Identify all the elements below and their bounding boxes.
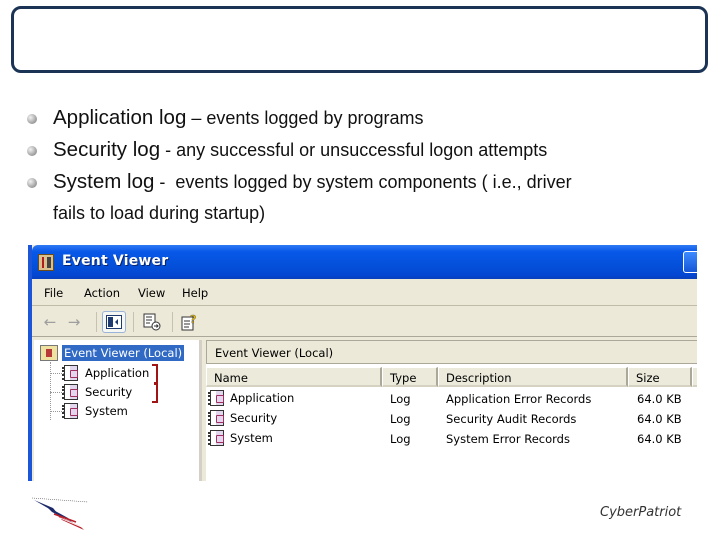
- bullet-application-log: Application log – events logged by progr…: [24, 102, 704, 134]
- log-icon: [208, 430, 224, 446]
- bullet-text: any successful or unsuccessful logon att…: [176, 140, 548, 160]
- tree-item-application[interactable]: Application: [50, 364, 150, 382]
- table-row[interactable]: Security Log Security Audit Records 64.0…: [206, 409, 697, 429]
- annotation-bracket: [152, 364, 158, 403]
- event-viewer-app-icon: [38, 254, 54, 271]
- row-type: Log: [390, 392, 411, 406]
- bullet-system-log: System log - events logged by system com…: [24, 166, 704, 229]
- tree-pane: Event Viewer (Local) Application Securit…: [34, 340, 202, 481]
- bullet-separator: -: [154, 172, 176, 192]
- toolbar: ← → ?: [32, 307, 697, 337]
- details-header: Event Viewer (Local): [206, 340, 697, 364]
- bullet-separator: -: [160, 140, 177, 160]
- row-name: System: [230, 431, 273, 445]
- row-description: Security Audit Records: [446, 412, 577, 426]
- menu-bar: File Action View Help: [32, 279, 697, 306]
- bullet-security-log: Security log - any successful or unsucce…: [24, 134, 704, 166]
- log-icon: [62, 403, 78, 419]
- help-icon[interactable]: ?: [178, 311, 202, 333]
- bullet-lead: Security log: [53, 138, 161, 161]
- bullet-lead: System log: [53, 170, 155, 193]
- table-row[interactable]: Application Log Application Error Record…: [206, 389, 697, 409]
- bullet-text: events logged by programs: [206, 108, 424, 128]
- row-name-cell: System: [208, 430, 273, 446]
- export-list-icon[interactable]: [140, 311, 164, 333]
- details-pane: Event Viewer (Local) Name Type Descripti…: [206, 340, 697, 481]
- slide-title-box: [11, 6, 708, 73]
- column-headers: Name Type Description Size: [206, 367, 697, 387]
- row-description: Application Error Records: [446, 392, 592, 406]
- log-icon: [208, 410, 224, 426]
- bullet-lead: Application log: [53, 106, 187, 129]
- row-name: Security: [230, 411, 278, 425]
- column-header-type[interactable]: Type: [382, 367, 438, 387]
- forward-icon[interactable]: →: [62, 311, 86, 333]
- bullet-dot-icon: [27, 146, 37, 156]
- tree-item-system[interactable]: System: [50, 402, 128, 420]
- tree-item-label: System: [85, 404, 128, 418]
- log-icon: [62, 384, 78, 400]
- menu-help[interactable]: Help: [182, 286, 208, 300]
- row-size: 64.0 KB: [637, 412, 682, 426]
- tree-root-label: Event Viewer (Local): [62, 344, 185, 361]
- bullet-continuation: fails to load during startup): [53, 203, 266, 223]
- flag-emblem-icon: [28, 492, 98, 532]
- row-type: Log: [390, 432, 411, 446]
- row-type: Log: [390, 412, 411, 426]
- bullet-list: Application log – events logged by progr…: [24, 102, 704, 229]
- menu-action[interactable]: Action: [84, 286, 120, 300]
- row-name-cell: Security: [208, 410, 278, 426]
- minimize-button[interactable]: [683, 251, 697, 273]
- show-hide-tree-icon[interactable]: [102, 311, 126, 333]
- row-name: Application: [230, 391, 295, 405]
- menu-file[interactable]: File: [44, 286, 63, 300]
- tree-item-label: Security: [85, 385, 133, 399]
- bullet-text: events logged by system components ( i.e…: [175, 172, 572, 192]
- event-viewer-window: Event Viewer File Action View Help ← → ?…: [28, 245, 697, 481]
- tree-root-event-viewer[interactable]: Event Viewer (Local): [40, 344, 185, 361]
- window-title: Event Viewer: [62, 253, 169, 269]
- column-header-filler: [692, 367, 697, 387]
- back-icon[interactable]: ←: [38, 311, 62, 333]
- toolbar-separator: [96, 312, 97, 332]
- bullet-separator: –: [186, 108, 207, 128]
- row-size: 64.0 KB: [637, 392, 682, 406]
- column-header-size[interactable]: Size: [628, 367, 692, 387]
- bullet-dot-icon: [27, 114, 37, 124]
- table-row[interactable]: System Log System Error Records 64.0 KB: [206, 429, 697, 449]
- row-size: 64.0 KB: [637, 432, 682, 446]
- tree-item-label: Application: [85, 366, 150, 380]
- menu-view[interactable]: View: [138, 286, 165, 300]
- tree-item-security[interactable]: Security: [50, 383, 133, 401]
- svg-text:?: ?: [190, 313, 196, 326]
- column-header-description[interactable]: Description: [438, 367, 628, 387]
- toolbar-separator: [133, 312, 134, 332]
- cyberpatriot-logo: CyberPatriot: [600, 505, 682, 520]
- bullet-dot-icon: [27, 178, 37, 188]
- window-titlebar[interactable]: Event Viewer: [32, 245, 697, 279]
- log-icon: [62, 365, 78, 381]
- row-name-cell: Application: [208, 390, 295, 406]
- details-header-label: Event Viewer (Local): [215, 346, 334, 360]
- column-header-name[interactable]: Name: [206, 367, 382, 387]
- toolbar-separator: [172, 312, 173, 332]
- event-viewer-icon: [40, 344, 58, 361]
- log-icon: [208, 390, 224, 406]
- row-description: System Error Records: [446, 432, 570, 446]
